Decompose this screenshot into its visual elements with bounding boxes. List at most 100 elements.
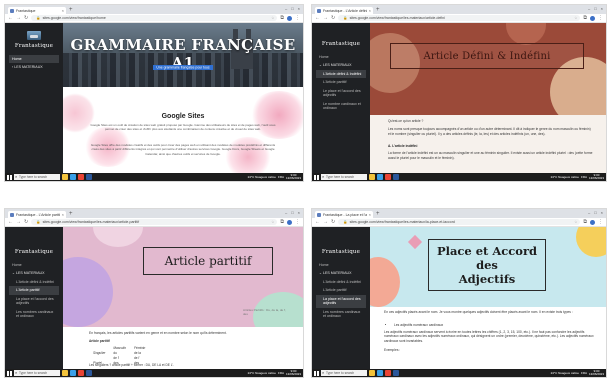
- url-field[interactable]: 🔒 sites.google.com/view/frantastique/les-…: [338, 15, 581, 21]
- new-tab-icon[interactable]: +: [376, 7, 380, 14]
- forward-icon[interactable]: →: [16, 15, 21, 21]
- profile-avatar[interactable]: [287, 15, 292, 21]
- edge-icon[interactable]: [377, 174, 383, 180]
- nav-item-article-partitif[interactable]: L'Article partitif: [9, 286, 59, 295]
- nav-item-home[interactable]: Home: [316, 53, 366, 61]
- nav-item-adjectifs[interactable]: Le place et l'accord des adjectifs: [316, 87, 366, 100]
- file-explorer-icon[interactable]: [62, 174, 68, 180]
- bookmark-star-icon[interactable]: ☆: [574, 219, 577, 225]
- menu-kebab-icon[interactable]: ⋮: [598, 219, 603, 225]
- edge-icon[interactable]: [70, 370, 76, 376]
- new-tab-icon[interactable]: +: [376, 211, 380, 218]
- taskbar-search[interactable]: Type here to search: [14, 174, 60, 180]
- profile-avatar[interactable]: [590, 15, 595, 21]
- nav-item-nombres[interactable]: Les nombres cardinaux et ordinaux: [316, 308, 366, 321]
- word-icon[interactable]: [86, 174, 92, 180]
- word-icon[interactable]: [86, 370, 92, 376]
- extensions-icon[interactable]: ⧉: [280, 15, 284, 21]
- chrome-icon[interactable]: [385, 174, 391, 180]
- reload-icon[interactable]: ↻: [331, 15, 335, 21]
- reload-icon[interactable]: ↻: [331, 219, 335, 225]
- taskbar-search[interactable]: Type here to search: [321, 174, 367, 180]
- clock[interactable]: 9:00 13/06/2023: [286, 369, 301, 377]
- chrome-icon[interactable]: [78, 370, 84, 376]
- minimize-icon[interactable]: –: [588, 6, 590, 12]
- menu-kebab-icon[interactable]: ⋮: [295, 15, 300, 21]
- forward-icon[interactable]: →: [323, 219, 328, 225]
- profile-avatar[interactable]: [287, 219, 292, 225]
- windows-start-icon[interactable]: [7, 174, 12, 180]
- nav-item-materiaux[interactable]: ⌄ LES MATERIAUX: [316, 269, 366, 277]
- language-indicator[interactable]: FRA: [278, 175, 284, 179]
- url-field[interactable]: 🔒 sites.google.com/view/frantastique/les-…: [31, 219, 278, 225]
- browser-tab[interactable]: Frantastique - La place et l'accord ×: [315, 211, 373, 218]
- nav-item-nombres[interactable]: Les nombres cardinaux et ordinaux: [9, 308, 59, 321]
- chrome-icon[interactable]: [78, 174, 84, 180]
- nav-item-article-partitif[interactable]: L'Article partitif: [316, 78, 366, 86]
- browser-tab[interactable]: Frantastique - L'Article défini ×: [315, 7, 373, 14]
- forward-icon[interactable]: →: [16, 219, 21, 225]
- language-indicator[interactable]: FRA: [581, 371, 587, 375]
- nav-item-article-defini[interactable]: L'Article défini & indéfini: [9, 278, 59, 286]
- reload-icon[interactable]: ↻: [24, 15, 28, 21]
- browser-tab[interactable]: Frantastique ×: [8, 7, 66, 14]
- menu-kebab-icon[interactable]: ⋮: [598, 15, 603, 21]
- close-window-icon[interactable]: ×: [601, 6, 603, 12]
- back-icon[interactable]: ←: [315, 15, 320, 21]
- file-explorer-icon[interactable]: [369, 370, 375, 376]
- maximize-icon[interactable]: □: [594, 210, 596, 216]
- nav-item-article-defini[interactable]: L'Article défini & Indéfini: [316, 69, 366, 79]
- new-tab-icon[interactable]: +: [69, 7, 73, 14]
- bookmark-star-icon[interactable]: ☆: [271, 219, 274, 225]
- file-explorer-icon[interactable]: [62, 370, 68, 376]
- language-indicator[interactable]: FRA: [278, 371, 284, 375]
- profile-avatar[interactable]: [590, 219, 595, 225]
- weather-text[interactable]: 24°C Nuageux calme: [551, 371, 579, 375]
- maximize-icon[interactable]: □: [291, 210, 293, 216]
- language-indicator[interactable]: FRA: [581, 175, 587, 179]
- weather-text[interactable]: 24°C Nuageux calme: [248, 175, 276, 179]
- forward-icon[interactable]: →: [323, 15, 328, 21]
- weather-text[interactable]: 24°C Nuageux calme: [248, 371, 276, 375]
- close-window-icon[interactable]: ×: [298, 6, 300, 12]
- extensions-icon[interactable]: ⧉: [280, 219, 284, 225]
- windows-start-icon[interactable]: [314, 370, 319, 376]
- close-tab-icon[interactable]: ×: [62, 8, 64, 13]
- windows-start-icon[interactable]: [7, 370, 12, 376]
- back-icon[interactable]: ←: [8, 219, 13, 225]
- clock[interactable]: 9:00 13/06/2023: [286, 173, 301, 181]
- nav-item-materiaux[interactable]: ⌄ LES MATERIAUX: [316, 61, 366, 69]
- nav-item-nombres[interactable]: Le nombre cardinaux et ordinaux: [316, 100, 366, 113]
- back-icon[interactable]: ←: [8, 15, 13, 21]
- minimize-icon[interactable]: –: [285, 210, 287, 216]
- reload-icon[interactable]: ↻: [24, 219, 28, 225]
- url-field[interactable]: 🔒 sites.google.com/view/frantastique/les-…: [338, 219, 581, 225]
- windows-start-icon[interactable]: [314, 174, 319, 180]
- close-tab-icon[interactable]: ×: [369, 8, 371, 13]
- menu-kebab-icon[interactable]: ⋮: [295, 219, 300, 225]
- back-icon[interactable]: ←: [315, 219, 320, 225]
- chrome-icon[interactable]: [385, 370, 391, 376]
- nav-item-materiaux[interactable]: › LES MATERIAUX: [9, 63, 59, 71]
- close-tab-icon[interactable]: ×: [369, 212, 371, 217]
- weather-text[interactable]: 24°C Nuageux calme: [551, 175, 579, 179]
- edge-icon[interactable]: [377, 370, 383, 376]
- taskbar-search[interactable]: Type here to search: [14, 370, 60, 376]
- nav-item-materiaux[interactable]: ⌄ LES MATERIAUX: [9, 269, 59, 277]
- clock[interactable]: 9:00 13/06/2023: [589, 173, 604, 181]
- new-tab-icon[interactable]: +: [69, 211, 73, 218]
- maximize-icon[interactable]: □: [291, 6, 293, 12]
- minimize-icon[interactable]: –: [588, 210, 590, 216]
- nav-item-home[interactable]: Home: [9, 261, 59, 269]
- edge-icon[interactable]: [70, 174, 76, 180]
- bookmark-star-icon[interactable]: ☆: [271, 15, 274, 21]
- close-tab-icon[interactable]: ×: [62, 212, 64, 217]
- extensions-icon[interactable]: ⧉: [583, 15, 587, 21]
- close-window-icon[interactable]: ×: [601, 210, 603, 216]
- extensions-icon[interactable]: ⧉: [583, 219, 587, 225]
- nav-item-article-partitif[interactable]: L'Article partitif: [316, 286, 366, 294]
- minimize-icon[interactable]: –: [285, 6, 287, 12]
- browser-tab[interactable]: Frantastique - L'Article partitif ×: [8, 211, 66, 218]
- maximize-icon[interactable]: □: [594, 6, 596, 12]
- word-icon[interactable]: [393, 174, 399, 180]
